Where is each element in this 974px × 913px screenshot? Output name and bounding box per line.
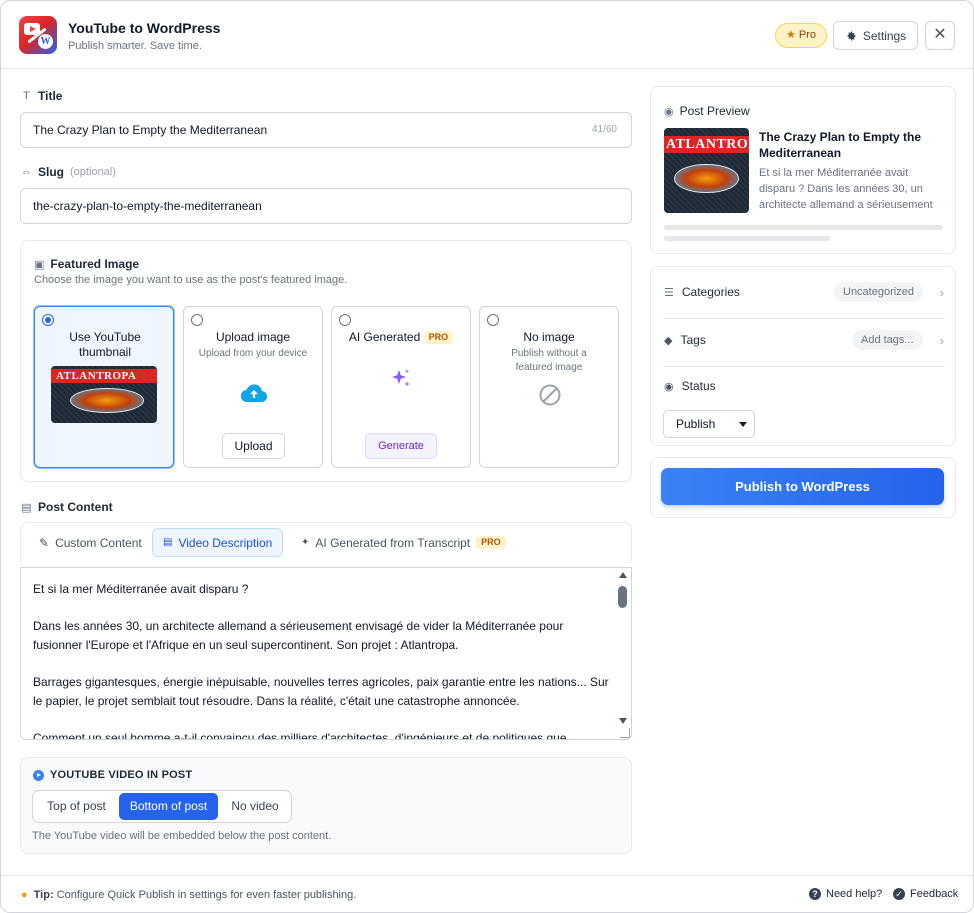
play-circle-icon — [33, 769, 44, 781]
prohibited-icon — [539, 384, 561, 406]
gear-icon — [847, 31, 856, 40]
post-content-textarea[interactable]: Et si la mer Méditerranée avait disparu … — [20, 567, 632, 740]
tip-text: ● Tip: Configure Quick Publish in settin… — [21, 889, 357, 901]
app-title: YouTube to WordPress — [68, 20, 221, 36]
preview-thumbnail: ATLANTROPA — [664, 128, 749, 213]
video-position-top[interactable]: Top of post — [36, 793, 117, 820]
title-input[interactable]: The Crazy Plan to Empty the Mediterranea… — [20, 112, 632, 148]
option-upload-image[interactable]: Upload image Upload from your device Upl… — [183, 306, 323, 468]
sparkle-icon: ✦ — [301, 537, 310, 548]
generate-button[interactable]: Generate — [365, 433, 437, 459]
option-youtube-thumbnail[interactable]: Use YouTube thumbnail ATLANTROPA — [34, 306, 174, 468]
post-content-label: ▤ Post Content — [21, 500, 113, 514]
list-icon: ☰ — [664, 286, 674, 299]
categories-row[interactable]: ☰ Categories Uncategorized › — [664, 282, 944, 302]
star-icon: ★ — [785, 29, 796, 41]
status-select[interactable]: Publish — [663, 410, 755, 438]
pro-tag: PRO — [476, 536, 506, 549]
pencil-icon: ✎ — [39, 535, 50, 550]
post-meta-card: ☰ Categories Uncategorized › ◆ Tags Add … — [650, 266, 956, 446]
scroll-down-arrow-icon[interactable] — [619, 718, 627, 724]
featured-image-card: ▣ Featured Image Choose the image you wa… — [20, 240, 632, 482]
close-button[interactable]: ✕ — [925, 21, 955, 50]
document-icon: ▤ — [163, 537, 173, 548]
skeleton-line — [664, 236, 830, 241]
radio-status-icon: ◉ — [664, 380, 674, 393]
tags-row[interactable]: ◆ Tags Add tags... › — [664, 330, 944, 350]
tab-video-description[interactable]: ▤ Video Description — [152, 528, 284, 557]
title-char-counter: 41/60 — [591, 124, 617, 135]
title-label: T Title — [21, 89, 62, 103]
publish-card: Publish to WordPress — [650, 457, 956, 518]
app-logo-icon: W — [19, 16, 57, 54]
add-tags-chip[interactable]: Add tags... — [852, 330, 923, 350]
youtube-video-card: YOUTUBE VIDEO IN POST Top of post Bottom… — [20, 757, 632, 854]
check-circle-icon: ✓ — [893, 888, 905, 900]
post-preview-label: ◉ Post Preview — [664, 104, 750, 118]
preview-title: The Crazy Plan to Empty the Mediterranea… — [759, 130, 922, 160]
document-icon: ▤ — [21, 501, 32, 514]
image-icon: ▣ — [34, 258, 45, 271]
youtube-video-title: YOUTUBE VIDEO IN POST — [33, 769, 192, 781]
featured-image-title: ▣ Featured Image — [34, 257, 140, 271]
feedback-link[interactable]: ✓ Feedback — [893, 888, 958, 900]
question-icon: ? — [809, 888, 821, 900]
sparkles-icon — [392, 369, 410, 387]
need-help-link[interactable]: ? Need help? — [809, 888, 882, 900]
preview-excerpt: Et si la mer Méditerranée avait disparu … — [759, 167, 933, 211]
pro-badge-button[interactable]: ★ Pro — [775, 23, 827, 48]
slug-label: ⇔ Slug (optional) — [21, 165, 116, 179]
youtube-thumbnail-image: ATLANTROPA — [51, 366, 157, 423]
chevron-right-icon: › — [939, 332, 944, 348]
status-row: ◉ Status — [664, 379, 716, 393]
option-ai-generated[interactable]: AI Generated PRO Generate — [331, 306, 471, 468]
post-preview-card: ◉ Post Preview ATLANTROPA The Crazy Plan… — [650, 86, 956, 254]
header: W YouTube to WordPress Publish smarter. … — [1, 1, 973, 69]
app-window: W YouTube to WordPress Publish smarter. … — [0, 0, 974, 913]
footer: ● Tip: Configure Quick Publish in settin… — [1, 875, 973, 912]
no-image-radio[interactable] — [487, 314, 499, 326]
scroll-up-arrow-icon[interactable] — [619, 572, 627, 578]
youtube-thumbnail-radio[interactable] — [42, 314, 54, 326]
resize-handle[interactable] — [620, 728, 630, 738]
settings-button[interactable]: Settings — [833, 21, 918, 50]
text-icon: T — [23, 90, 30, 102]
content-scrollbar[interactable] — [617, 570, 629, 724]
chevron-right-icon: › — [939, 284, 944, 300]
upload-button[interactable]: Upload — [222, 433, 285, 459]
publish-button[interactable]: Publish to WordPress — [661, 468, 944, 505]
close-icon: ✕ — [933, 26, 947, 43]
pro-tag: PRO — [423, 331, 454, 345]
option-no-image[interactable]: No image Publish without a featured imag… — [479, 306, 619, 468]
cloud-upload-icon — [241, 384, 267, 403]
skeleton-line — [664, 225, 943, 230]
tag-icon: ◆ — [664, 334, 673, 347]
ai-generated-radio[interactable] — [339, 314, 351, 326]
link-icon: ⇔ — [21, 166, 32, 178]
tab-custom-content[interactable]: ✎ Custom Content — [29, 528, 152, 557]
video-position-bottom[interactable]: Bottom of post — [119, 793, 218, 820]
video-position-segmented: Top of post Bottom of post No video — [32, 790, 292, 823]
eye-icon: ◉ — [664, 105, 674, 118]
video-position-none[interactable]: No video — [220, 793, 290, 820]
app-subtitle: Publish smarter. Save time. — [68, 40, 202, 52]
chevron-down-icon — [739, 422, 747, 427]
video-position-note: The YouTube video will be embedded below… — [32, 830, 332, 842]
category-chip[interactable]: Uncategorized — [834, 282, 923, 302]
upload-image-radio[interactable] — [191, 314, 203, 326]
lightbulb-icon: ● — [21, 889, 28, 901]
tab-ai-transcript[interactable]: ✦ AI Generated from Transcript PRO — [291, 528, 516, 557]
featured-image-description: Choose the image you want to use as the … — [34, 274, 348, 286]
content-tabs: ✎ Custom Content ▤ Video Description ✦ A… — [20, 522, 632, 562]
slug-input[interactable]: the-crazy-plan-to-empty-the-mediterranea… — [20, 188, 632, 224]
scroll-thumb[interactable] — [618, 586, 627, 608]
